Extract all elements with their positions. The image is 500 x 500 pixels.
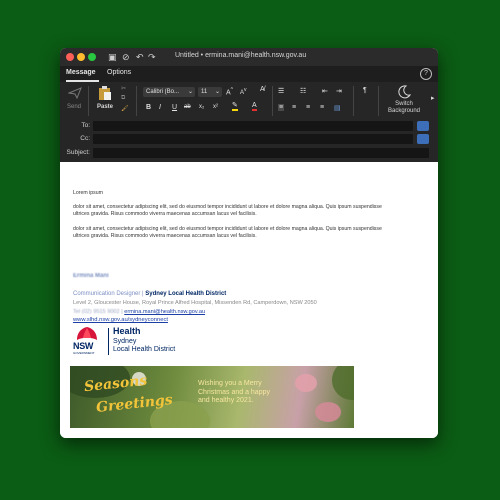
title-bar: ▣ ⊘ ↶ ↷ Untitled • ermina.mani@health.ns… bbox=[60, 48, 438, 66]
decrease-indent-icon[interactable]: ⇤ bbox=[322, 87, 328, 95]
align-left-icon[interactable]: ≡ bbox=[278, 104, 285, 111]
logo-government-text: GOVERNMENT bbox=[73, 351, 95, 355]
switch-background-label: Switch Background bbox=[387, 101, 421, 114]
greeting-text: Lorem ipsum bbox=[73, 190, 103, 196]
chevron-down-icon: ⌄ bbox=[214, 89, 220, 95]
logo-district-text: Local Health District bbox=[113, 346, 176, 353]
ribbon-overflow-icon[interactable]: ▸ bbox=[431, 94, 435, 102]
copy-icon[interactable]: ⧉ bbox=[121, 95, 125, 102]
tab-options[interactable]: Options bbox=[107, 69, 131, 76]
line-spacing-icon[interactable]: ▤ bbox=[334, 104, 341, 112]
subject-label: Subject: bbox=[66, 149, 91, 156]
paste-label: Paste bbox=[97, 104, 114, 110]
signature-address: Level 2, Gloucester House, Royal Prince … bbox=[73, 300, 317, 306]
signature-name: Ermina Mani bbox=[73, 273, 109, 279]
shrink-font-icon[interactable]: Av bbox=[240, 87, 247, 96]
address-fields: To: Cc: Subject: bbox=[60, 120, 438, 162]
strikethrough-button[interactable]: ab bbox=[184, 104, 191, 110]
send-button[interactable]: Send bbox=[64, 84, 86, 116]
clipboard-icon bbox=[99, 86, 111, 100]
cut-icon[interactable]: ✂ bbox=[121, 85, 126, 92]
align-right-icon[interactable]: ≡ bbox=[306, 104, 310, 111]
chevron-down-icon: ⌄ bbox=[187, 89, 193, 95]
ribbon-divider bbox=[272, 86, 273, 116]
font-size-value: 11 bbox=[201, 89, 208, 95]
highlight-icon[interactable]: ✎ bbox=[232, 102, 238, 111]
signature-email-link[interactable]: ermina.mani@health.nsw.gov.au bbox=[124, 309, 205, 315]
send-label: Send bbox=[67, 104, 82, 110]
signature-contact-line: Tel (02) 9515 9002 | ermina.mani@health.… bbox=[73, 309, 206, 315]
to-address-book-button[interactable] bbox=[417, 121, 429, 131]
save-icon[interactable]: ▣ bbox=[108, 51, 117, 63]
help-icon[interactable]: ? bbox=[420, 68, 432, 80]
send-icon bbox=[68, 87, 82, 99]
foliage-decoration bbox=[332, 366, 354, 400]
tab-message[interactable]: Message bbox=[66, 69, 96, 76]
to-field[interactable] bbox=[93, 121, 413, 131]
align-center-icon[interactable]: ≡ bbox=[292, 104, 296, 111]
banner-message: Wishing you a Merry Christmas and a happ… bbox=[198, 380, 270, 404]
numbering-icon[interactable]: ☷ bbox=[300, 87, 306, 95]
ribbon: Send Paste ✂ ⧉ 🖌 Calibri (Bo... ⌄ 11 ⌄ A^ … bbox=[60, 82, 438, 120]
attach-icon[interactable]: ⊘ bbox=[122, 51, 130, 63]
italic-button[interactable]: I bbox=[159, 104, 161, 111]
signature-role-line: Communication Designer | Sydney Local He… bbox=[73, 291, 226, 297]
superscript-button[interactable]: x² bbox=[213, 104, 218, 110]
font-name-value: Calibri (Bo... bbox=[146, 89, 180, 95]
body-paragraph: dolor sit amet, consectetur adipiscing e… bbox=[73, 204, 382, 217]
body-paragraph: dolor sit amet, consectetur adipiscing e… bbox=[73, 226, 382, 239]
increase-indent-icon[interactable]: ⇥ bbox=[336, 87, 342, 95]
ribbon-divider bbox=[88, 86, 89, 116]
grow-font-icon[interactable]: A^ bbox=[226, 87, 233, 96]
format-painter-icon[interactable]: 🖌 bbox=[121, 105, 129, 112]
font-size-dropdown[interactable]: 11 ⌄ bbox=[198, 87, 222, 97]
signature-role: Communication Designer bbox=[73, 291, 141, 297]
signature-organisation: Sydney Local Health District bbox=[145, 291, 227, 297]
zoom-window-button[interactable] bbox=[88, 53, 96, 61]
paste-button[interactable]: Paste bbox=[93, 84, 117, 116]
nsw-health-logo: NSW GOVERNMENT Health Sydney Local Healt… bbox=[72, 326, 192, 358]
moon-icon bbox=[398, 85, 411, 99]
seasons-greetings-banner: Seasons Greetings Wishing you a Merry Ch… bbox=[70, 366, 354, 428]
flower-decoration bbox=[315, 402, 341, 422]
flower-decoration bbox=[295, 374, 317, 392]
message-body[interactable]: Lorem ipsum dolor sit amet, consectetur … bbox=[60, 162, 438, 438]
logo-divider bbox=[108, 328, 109, 355]
window-title: Untitled • ermina.mani@health.nsw.gov.au bbox=[175, 52, 307, 59]
subject-field[interactable] bbox=[93, 148, 429, 158]
signature-phone: Tel (02) 9515 9002 bbox=[73, 309, 120, 315]
redo-icon[interactable]: ↷ bbox=[148, 51, 156, 63]
cc-field[interactable] bbox=[93, 134, 413, 144]
close-window-button[interactable] bbox=[66, 53, 74, 61]
compose-window: ▣ ⊘ ↶ ↷ Untitled • ermina.mani@health.ns… bbox=[60, 48, 438, 438]
switch-background-button[interactable]: Switch Background bbox=[382, 84, 426, 118]
undo-icon[interactable]: ↶ bbox=[136, 51, 144, 63]
font-color-icon[interactable]: A bbox=[252, 102, 257, 111]
logo-nsw-text: NSW bbox=[73, 341, 94, 351]
ribbon-tabs: Message Options ? bbox=[60, 66, 438, 82]
ribbon-divider bbox=[378, 86, 379, 116]
font-name-dropdown[interactable]: Calibri (Bo... ⌄ bbox=[143, 87, 195, 97]
waratah-icon bbox=[77, 327, 97, 340]
signature-website-link[interactable]: www.slhd.nsw.gov.au/sydneyconnect bbox=[73, 317, 168, 323]
logo-health-text: Health bbox=[113, 326, 141, 336]
ribbon-divider bbox=[353, 86, 354, 116]
justify-icon[interactable]: ≡ bbox=[320, 104, 324, 111]
subscript-button[interactable]: x₂ bbox=[199, 104, 204, 110]
signature-separator: | bbox=[142, 291, 144, 297]
clear-formatting-icon[interactable]: A̸ bbox=[260, 86, 265, 93]
ribbon-divider bbox=[136, 86, 137, 116]
underline-button[interactable]: U bbox=[172, 104, 177, 111]
minimize-window-button[interactable] bbox=[77, 53, 85, 61]
bold-button[interactable]: B bbox=[146, 104, 151, 111]
logo-sydney-text: Sydney bbox=[113, 338, 137, 345]
paragraph-marks-icon[interactable]: ¶ bbox=[363, 87, 367, 94]
to-label: To: bbox=[81, 122, 90, 129]
cc-address-book-button[interactable] bbox=[417, 134, 429, 144]
bullets-icon[interactable]: ☰ bbox=[278, 87, 284, 95]
cc-label: Cc: bbox=[80, 135, 90, 142]
